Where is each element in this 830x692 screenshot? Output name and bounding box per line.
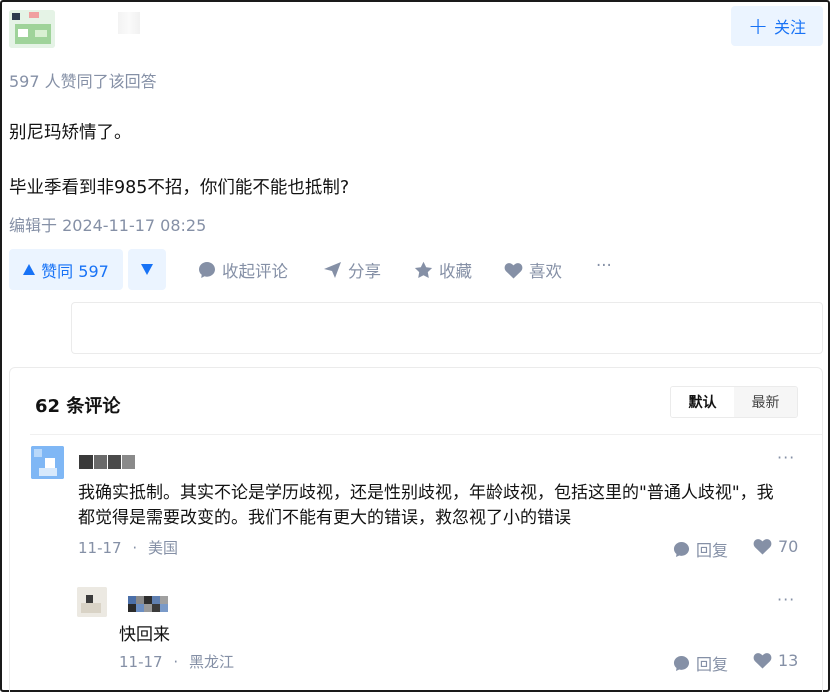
comment-date: 11-17 (78, 539, 122, 557)
collect-label: 收藏 (439, 262, 472, 281)
comment-like-button[interactable]: 13 (753, 651, 798, 670)
comment-meta: 11-17 · 黑龙江 (119, 651, 234, 672)
agree-count-line: 597 人赞同了该回答 (9, 72, 157, 91)
star-icon (414, 261, 433, 278)
collect-button[interactable]: 收藏 (414, 258, 472, 282)
comment-meta: 11-17 · 美国 (78, 537, 178, 558)
upvote-label: 赞同 597 (41, 261, 109, 281)
upvote-button[interactable]: 赞同 597 (9, 249, 123, 290)
reply-button[interactable]: 回复 (673, 537, 728, 561)
triangle-down-icon (141, 264, 153, 275)
comment-like-button[interactable]: 70 (753, 537, 798, 556)
collapse-comments-label: 收起评论 (222, 262, 288, 281)
heart-icon (753, 653, 772, 669)
share-label: 分享 (348, 262, 381, 281)
comment-more-icon[interactable]: ··· (777, 590, 795, 609)
answer-paragraph: 毕业季看到非985不招，你们能不能也抵制? (9, 178, 350, 198)
heart-icon (504, 262, 523, 278)
commenter-name-blurred[interactable] (79, 452, 135, 470)
triangle-up-icon (23, 264, 36, 275)
share-button[interactable]: 分享 (323, 258, 381, 282)
comment-more-icon[interactable]: ··· (777, 448, 795, 467)
like-button[interactable]: 喜欢 (504, 258, 562, 282)
divider (30, 434, 822, 435)
author-avatar[interactable] (9, 10, 55, 48)
author-name-blurred[interactable] (118, 12, 140, 34)
downvote-button[interactable] (128, 249, 166, 290)
comment-icon (199, 262, 215, 278)
share-icon (324, 262, 341, 278)
ad-placeholder (71, 302, 823, 354)
like-label: 喜欢 (529, 262, 562, 281)
reply-button[interactable]: 回复 (673, 651, 728, 675)
like-count: 13 (778, 651, 799, 670)
comment-icon (673, 541, 690, 557)
follow-label: 关注 (774, 18, 807, 37)
comment-count: 62 条评论 (35, 396, 121, 417)
comment-icon (673, 655, 690, 671)
sort-latest-tab[interactable]: 最新 (734, 387, 797, 417)
plus-icon: + (747, 12, 769, 40)
meta-separator: · (173, 653, 179, 671)
edited-timestamp: 编辑于 2024-11-17 08:25 (9, 216, 207, 235)
comment-sort-toggle: 默认 最新 (670, 386, 798, 418)
avatar[interactable] (77, 587, 107, 617)
comment-text: 快回来 (119, 625, 170, 645)
heart-icon (753, 539, 772, 555)
answer-paragraph: 别尼玛矫情了。 (9, 123, 132, 143)
sort-default-tab[interactable]: 默认 (671, 387, 734, 417)
comment-location: 黑龙江 (188, 653, 234, 671)
like-count: 70 (778, 537, 799, 556)
more-icon[interactable]: ··· (596, 256, 612, 275)
follow-button[interactable]: + 关注 (731, 6, 823, 46)
avatar[interactable] (31, 446, 64, 479)
comment-date: 11-17 (119, 653, 163, 671)
collapse-comments-button[interactable]: 收起评论 (198, 258, 288, 282)
reply-label: 回复 (696, 541, 729, 560)
reply-label: 回复 (696, 655, 729, 674)
comment-location: 美国 (147, 539, 178, 557)
meta-separator: · (132, 539, 138, 557)
commenter-name-blurred[interactable] (128, 594, 172, 612)
comment-text: 我确实抵制。其实不论是学历歧视，还是性别歧视，年龄歧视，包括这里的"普通人歧视"… (78, 483, 774, 528)
